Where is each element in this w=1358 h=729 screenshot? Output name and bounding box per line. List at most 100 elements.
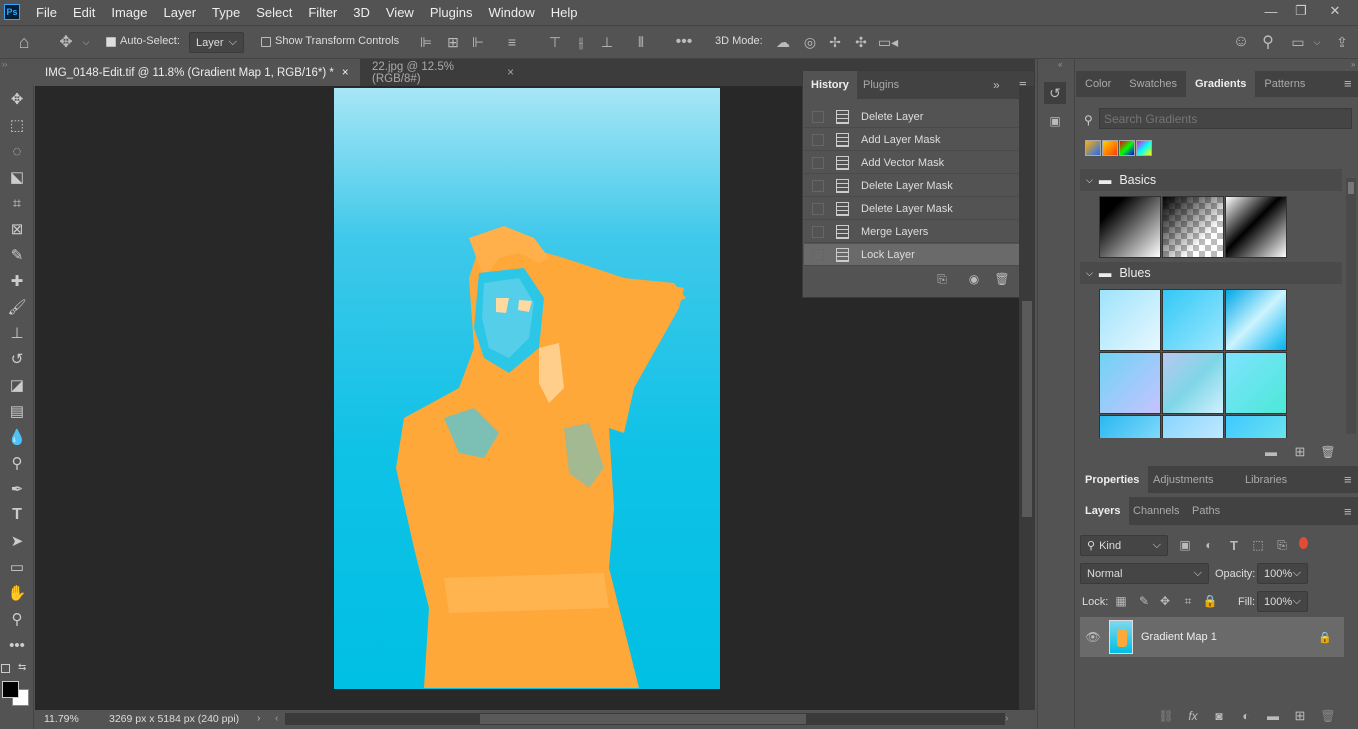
rectangle-tool-icon[interactable]: ▭ bbox=[0, 554, 34, 580]
default-colors-icon[interactable] bbox=[1, 664, 10, 673]
gradient-swatch[interactable] bbox=[1099, 352, 1161, 414]
pen-tool-icon[interactable]: ✒ bbox=[0, 476, 34, 502]
history-item[interactable]: Delete Layer Mask bbox=[804, 175, 1020, 197]
menu-help[interactable]: Help bbox=[543, 5, 586, 20]
blend-mode-dropdown[interactable]: Normal ⌵ bbox=[1080, 563, 1209, 584]
opacity-field[interactable]: 100% ⌵ bbox=[1257, 563, 1308, 584]
history-item[interactable]: Add Vector Mask bbox=[804, 152, 1020, 174]
history-snapshot-icon[interactable] bbox=[812, 179, 824, 192]
history-snapshot-icon[interactable] bbox=[812, 156, 824, 169]
add-mask-icon[interactable]: ◙ bbox=[1210, 708, 1228, 724]
object-selection-tool-icon[interactable]: ⬕ bbox=[0, 164, 34, 190]
menu-view[interactable]: View bbox=[378, 5, 422, 20]
3d-roll-icon[interactable]: ◎ bbox=[800, 33, 820, 51]
scroll-right-icon[interactable]: › bbox=[1005, 712, 1009, 724]
tab-channels[interactable]: Channels bbox=[1124, 497, 1188, 525]
lasso-tool-icon[interactable]: ◌ bbox=[0, 138, 34, 164]
type-tool-icon[interactable]: T bbox=[0, 502, 34, 528]
home-icon[interactable]: ⌂ bbox=[12, 32, 36, 52]
tab-22-jpg[interactable]: 22.jpg @ 12.5% (RGB/8#) × bbox=[362, 59, 524, 86]
new-adjustment-layer-icon[interactable]: ◐ bbox=[1237, 708, 1255, 724]
auto-select-target-dropdown[interactable]: Layer ⌵ bbox=[189, 32, 244, 53]
align-horizontal-center-icon[interactable]: ⊞ bbox=[443, 33, 463, 51]
tab-color[interactable]: Color bbox=[1076, 71, 1120, 97]
history-snapshot-icon[interactable] bbox=[812, 248, 824, 261]
filter-type-layers-icon[interactable]: T bbox=[1225, 536, 1243, 554]
menu-type[interactable]: Type bbox=[204, 5, 248, 20]
menu-plugins[interactable]: Plugins bbox=[422, 5, 481, 20]
tab-libraries[interactable]: Libraries bbox=[1236, 466, 1296, 493]
tab-layers[interactable]: Layers bbox=[1076, 497, 1130, 525]
3d-orbit-icon[interactable]: ☁ bbox=[773, 33, 793, 51]
more-options-icon[interactable]: ••• bbox=[673, 33, 695, 51]
gradient-swatch[interactable] bbox=[1099, 289, 1161, 351]
plugins-panel-icon[interactable]: ▣ bbox=[1046, 111, 1064, 131]
gradient-tool-icon[interactable]: ▤ bbox=[0, 398, 34, 424]
layer-style-fx-icon[interactable]: fx bbox=[1184, 708, 1202, 724]
gradient-swatch[interactable] bbox=[1162, 352, 1224, 414]
marquee-tool-icon[interactable]: ⬚ bbox=[0, 112, 34, 138]
dock-expand-icon[interactable]: » bbox=[1351, 60, 1355, 69]
menu-file[interactable]: File bbox=[28, 5, 65, 20]
snapshot-camera-icon[interactable]: ◉ bbox=[965, 271, 983, 287]
share-icon[interactable]: ⇪ bbox=[1332, 32, 1352, 52]
history-item-selected[interactable]: Lock Layer bbox=[804, 244, 1020, 266]
eraser-tool-icon[interactable]: ◪ bbox=[0, 372, 34, 398]
clone-stamp-tool-icon[interactable]: ⊥ bbox=[0, 320, 34, 346]
move-tool-icon[interactable]: ✥ bbox=[54, 32, 78, 52]
path-selection-tool-icon[interactable]: ➤ bbox=[0, 528, 34, 554]
align-vertical-center-icon[interactable]: ⫲ bbox=[571, 33, 591, 51]
gradient-swatch[interactable] bbox=[1099, 196, 1161, 258]
history-snapshot-icon[interactable] bbox=[812, 225, 824, 238]
recent-gradient-swatch[interactable] bbox=[1136, 140, 1152, 156]
recent-gradient-swatch[interactable] bbox=[1085, 140, 1101, 156]
brush-tool-icon[interactable]: 🖌 bbox=[0, 294, 34, 320]
healing-brush-tool-icon[interactable]: ✚ bbox=[0, 268, 34, 294]
recent-gradient-swatch[interactable] bbox=[1102, 140, 1118, 156]
tab-history[interactable]: History bbox=[803, 71, 857, 99]
tab-img-0148[interactable]: IMG_0148-Edit.tif @ 11.8% (Gradient Map … bbox=[35, 59, 360, 86]
trash-icon[interactable]: 🗑 bbox=[1319, 708, 1337, 724]
new-layer-icon[interactable]: ⊞ bbox=[1291, 708, 1309, 724]
new-gradient-icon[interactable]: ⊞ bbox=[1291, 444, 1309, 460]
search-gradients-input[interactable] bbox=[1099, 108, 1352, 129]
tab-plugins[interactable]: Plugins bbox=[855, 71, 907, 99]
search-icon[interactable]: ⚲ bbox=[1258, 32, 1278, 52]
gradient-swatch[interactable] bbox=[1225, 415, 1287, 438]
filter-pixel-layers-icon[interactable]: ▣ bbox=[1176, 536, 1194, 554]
vertical-scroll-thumb[interactable] bbox=[1022, 301, 1032, 517]
fill-field[interactable]: 100% ⌵ bbox=[1257, 591, 1308, 612]
dock-collapse-icon[interactable]: « bbox=[1058, 60, 1062, 69]
gradient-swatch[interactable] bbox=[1162, 196, 1224, 258]
trash-icon[interactable]: 🗑 bbox=[993, 271, 1011, 287]
workspace-icon[interactable]: ▭ bbox=[1288, 32, 1308, 52]
menu-window[interactable]: Window bbox=[480, 5, 542, 20]
panel-menu-icon[interactable]: ≡ bbox=[1344, 76, 1352, 91]
scroll-left-icon[interactable]: ‹ bbox=[275, 712, 279, 724]
menu-image[interactable]: Image bbox=[103, 5, 155, 20]
status-menu-chevron-icon[interactable]: › bbox=[257, 712, 261, 724]
align-right-icon[interactable]: ⊩ bbox=[468, 33, 488, 51]
menu-select[interactable]: Select bbox=[248, 5, 300, 20]
gradient-swatch[interactable] bbox=[1225, 352, 1287, 414]
tool-preset-chevron-icon[interactable]: ⌵ bbox=[80, 33, 92, 51]
new-group-folder-icon[interactable]: ▬ bbox=[1264, 708, 1282, 724]
gradient-group-blues[interactable]: ⌵ ▬ Blues bbox=[1080, 262, 1342, 284]
distribute-horizontal-icon[interactable]: ⦀ bbox=[631, 33, 651, 51]
eyedropper-tool-icon[interactable]: ✎ bbox=[0, 242, 34, 268]
3d-camera-icon[interactable]: ▭◂ bbox=[877, 33, 899, 51]
tab-patterns[interactable]: Patterns bbox=[1255, 71, 1314, 97]
align-bottom-icon[interactable]: ⊥ bbox=[597, 33, 617, 51]
hand-tool-icon[interactable]: ✋ bbox=[0, 580, 34, 606]
tab-close-icon[interactable]: × bbox=[507, 67, 514, 79]
panel-collapse-icon[interactable]: » bbox=[993, 78, 1000, 92]
tab-gradients[interactable]: Gradients bbox=[1186, 71, 1256, 97]
workspace-chevron-icon[interactable]: ⌵ bbox=[1311, 32, 1323, 52]
history-item[interactable]: Delete Layer bbox=[804, 106, 1020, 128]
tab-swatches[interactable]: Swatches bbox=[1120, 71, 1186, 97]
blur-tool-icon[interactable]: 💧 bbox=[0, 424, 34, 450]
filter-kind-dropdown[interactable]: ⚲ Kind ⌵ bbox=[1080, 535, 1168, 556]
show-transform-checkbox[interactable] bbox=[261, 37, 271, 47]
gradient-swatch[interactable] bbox=[1162, 289, 1224, 351]
menu-filter[interactable]: Filter bbox=[300, 5, 345, 20]
